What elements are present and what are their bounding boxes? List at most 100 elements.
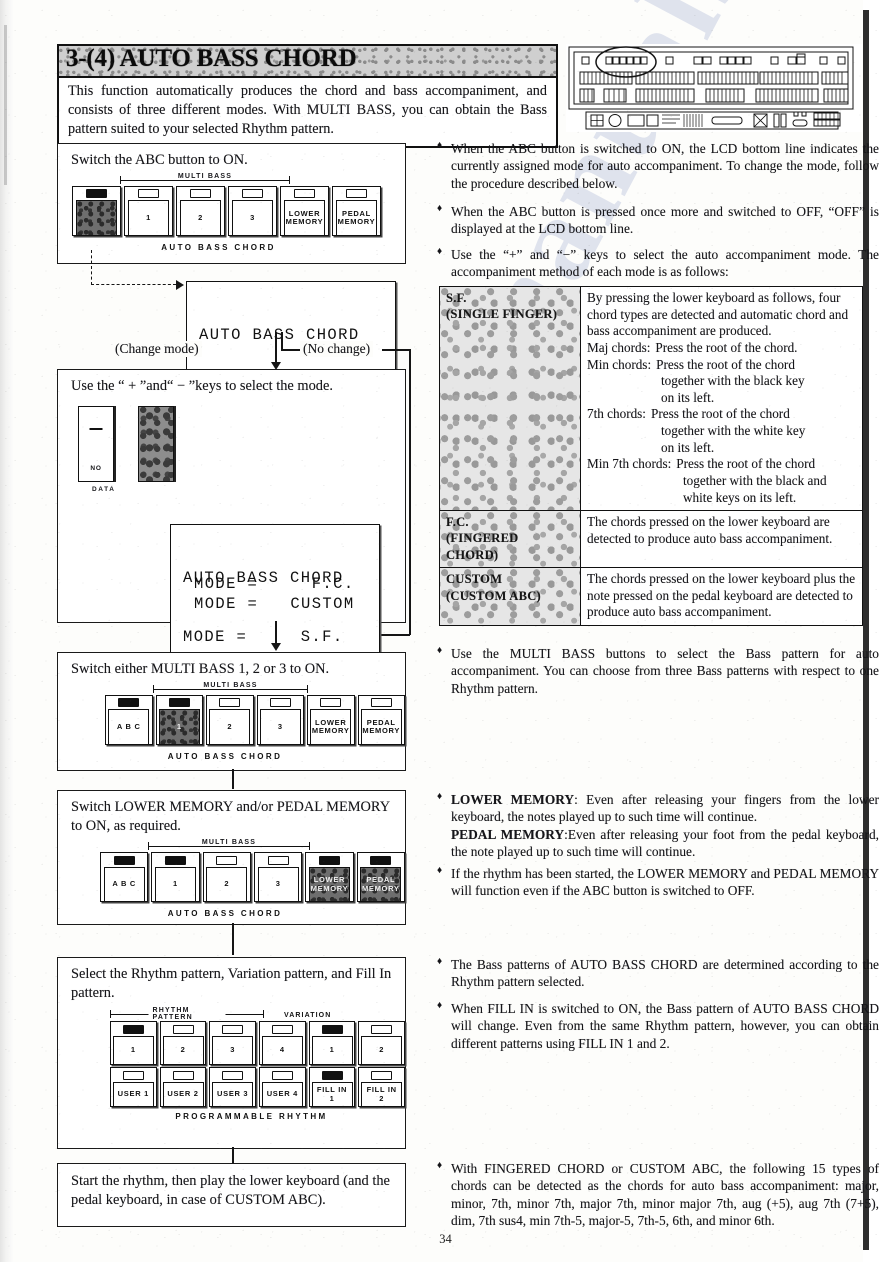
note-bass-patterns: The Bass patterns of AUTO BASS CHORD are… (437, 955, 879, 991)
lower-memory-label-step4: LOWER MEMORY (308, 866, 350, 902)
pedal-memory-button[interactable]: PEDAL MEMORY (332, 185, 381, 236)
flow-step-2: Use the “ + ”and“ − ”keys to select the … (57, 369, 406, 694)
multi-bass-3-button[interactable]: 3 (228, 185, 277, 236)
abc-button-step4[interactable]: A B C (100, 852, 149, 903)
step4-instruction: Switch LOWER MEMORY and/or PEDAL MEMORY … (71, 799, 390, 834)
step4-panel-caption: AUTO BASS CHORD (167, 909, 283, 919)
multi-bass-1-led-step4 (164, 855, 186, 865)
rhythm-pattern-3-label: 3 (212, 1035, 254, 1065)
sf-chord-min7th-desc: Press the root of the chord (676, 456, 816, 472)
multi-bass-2-led-step4 (216, 855, 238, 865)
data-minus-key[interactable]: NO (78, 405, 114, 482)
flow-step-1: Switch the ABC button to ON. MULTI BASS … (57, 143, 406, 264)
multi-bass-2-label-step4: 2 (206, 866, 248, 902)
rhythm-pattern-4-button[interactable]: 4 (259, 1021, 306, 1066)
rhythm-button-row-1: 1 2 3 4 1 2 (110, 1021, 406, 1066)
rhythm-pattern-3-button[interactable]: 3 (209, 1021, 257, 1066)
connector-nochange-vertical-left (281, 332, 283, 350)
user-2-button[interactable]: USER 2 (159, 1067, 207, 1108)
multi-bass-3-button-step4[interactable]: 3 (253, 852, 303, 903)
step1-panel-caption: AUTO BASS CHORD (161, 242, 276, 252)
multi-bass-label-step4: MULTI BASS (197, 839, 261, 847)
rhythm-button-row-2: USER 1 USER 2 USER 3 USER 4 FILL IN 1 FI… (110, 1067, 406, 1108)
multi-bass-1-button-step4[interactable]: 1 (151, 852, 200, 903)
note-chord-types: With FINGERED CHORD or CUSTOM ABC, the f… (437, 1159, 879, 1230)
multi-bass-button-panel: A B C 1 2 3 LOWER MEMORY PEDAL MEMORY (105, 694, 405, 745)
multi-bass-1-led-step3 (168, 698, 190, 708)
multi-bass-label-step3: MULTI BASS (199, 681, 262, 689)
multi-bass-2-button-step4[interactable]: 2 (202, 852, 251, 903)
pedal-memory-button-step4[interactable]: PEDAL MEMORY (356, 852, 405, 903)
section-title-bar: 3-(4) AUTO BASS CHORD (59, 45, 556, 78)
multi-bass-2-button-step3[interactable]: 2 (206, 694, 254, 745)
rhythm-pattern-4-led (271, 1024, 293, 1034)
sf-chord-min-cont-1: together with the black key (661, 373, 805, 389)
organ-panel-diagram (566, 44, 862, 132)
pedal-memory-led-step3 (370, 698, 392, 708)
sf-chord-maj: Maj chords: Press the root of the chord. (587, 340, 856, 357)
lower-memory-button-step3[interactable]: LOWER MEMORY (307, 694, 355, 745)
sf-chord-min7th: Min 7th chords: Press the root of the ch… (587, 456, 856, 473)
fill-in-1-button[interactable]: FILL IN 1 (308, 1067, 356, 1108)
note-abc-on: When the ABC button is switched to ON, t… (437, 139, 879, 192)
table-row-sf: S.F. (SINGLE FINGER) By pressing the low… (439, 285, 863, 512)
multi-bass-1-label: 1 (128, 200, 169, 235)
fill-in-1-label: FILL IN 1 (311, 1081, 353, 1107)
mode-abbr-fc: F.C. (446, 515, 469, 530)
mode-full-fc: (FINGERED CHORD) (446, 531, 519, 562)
abc-label-step4: A B C (103, 866, 145, 902)
sf-chord-min7th-cont-2: white keys on its left. (683, 489, 797, 505)
connector-nochange-label: (No change) (300, 341, 374, 357)
dashed-connector-vertical (91, 250, 92, 285)
abc-button[interactable] (72, 185, 121, 236)
multi-bass-1-button[interactable]: 1 (124, 185, 173, 236)
abc-button-step3[interactable]: A B C (105, 694, 153, 745)
rhythm-pattern-2-button[interactable]: 2 (159, 1021, 207, 1066)
manual-page: manualslib.com 3-(4) AUTO BASS CHORD Thi… (0, 0, 891, 1262)
sf-chord-min7th-cont-1: together with the black and (683, 472, 827, 488)
mode-cell-sf: S.F. (SINGLE FINGER) (439, 285, 581, 512)
rhythm-pattern-1-button[interactable]: 1 (110, 1021, 157, 1066)
lower-memory-button-step4[interactable]: LOWER MEMORY (305, 852, 354, 903)
multi-bass-3-button-step3[interactable]: 3 (256, 694, 304, 745)
rhythm-pattern-4-label: 4 (261, 1035, 303, 1065)
abc-led-step3 (118, 698, 140, 708)
accompaniment-mode-table: S.F. (SINGLE FINGER) By pressing the low… (439, 285, 863, 627)
mode-cell-fc: F.C. (FINGERED CHORD) (439, 510, 581, 569)
step5-instruction: Select the Rhythm pattern, Variation pat… (71, 966, 392, 1001)
mode-abbr-sf: S.F. (446, 291, 467, 305)
fill-in-2-button[interactable]: FILL IN 2 (358, 1067, 406, 1108)
user-4-button[interactable]: USER 4 (259, 1067, 306, 1108)
sf-chord-min7th-name: Min 7th chords: (587, 456, 672, 472)
lower-memory-label-step3: LOWER MEMORY (310, 709, 352, 744)
mode-full-sf: (SINGLE FINGER) (446, 307, 558, 322)
user-1-button[interactable]: USER 1 (110, 1067, 157, 1108)
sf-chord-7th-cont-1: together with the white key (661, 423, 806, 438)
multi-bass-1-button-step3[interactable]: 1 (155, 694, 203, 745)
user-3-label: USER 3 (212, 1081, 254, 1107)
variation-2-button[interactable]: 2 (358, 1021, 406, 1066)
sf-chord-7th-cont-2: on its left. (661, 439, 715, 455)
note-memory-rhythm: If the rhythm has been started, the LOWE… (437, 864, 879, 900)
flow-step-6: Start the rhythm, then play the lower ke… (57, 1163, 406, 1227)
data-plus-key[interactable] (137, 405, 174, 482)
step2-instruction: Use the “ + ”and“ − ”keys to select the … (71, 378, 333, 394)
multi-bass-2-button[interactable]: 2 (176, 185, 225, 236)
fill-in-1-led (321, 1070, 343, 1080)
connector-step3-step4 (232, 769, 234, 789)
note-fill-in: When FILL IN is switched to ON, the Bass… (437, 999, 879, 1052)
mode-full-custom: (CUSTOM ABC) (446, 588, 541, 603)
no-label: NO (90, 464, 102, 472)
lower-memory-button[interactable]: LOWER MEMORY (280, 185, 329, 236)
connector-step5-step6 (232, 1147, 234, 1164)
pedal-memory-button-step3[interactable]: PEDAL MEMORY (357, 694, 405, 745)
sf-chord-min-cont-2: on its left. (661, 389, 715, 405)
variation-1-button[interactable]: 1 (308, 1021, 356, 1066)
mode-abbr-custom: CUSTOM (446, 572, 503, 587)
sf-chord-min-name: Min chords: (587, 356, 652, 372)
pedal-memory-led-step4 (370, 855, 392, 865)
step1-instruction: Switch the ABC button to ON. (71, 152, 248, 168)
dashed-connector-horizontal (91, 284, 176, 285)
step3-panel-caption: AUTO BASS CHORD (167, 751, 283, 761)
user-3-button[interactable]: USER 3 (209, 1067, 257, 1108)
